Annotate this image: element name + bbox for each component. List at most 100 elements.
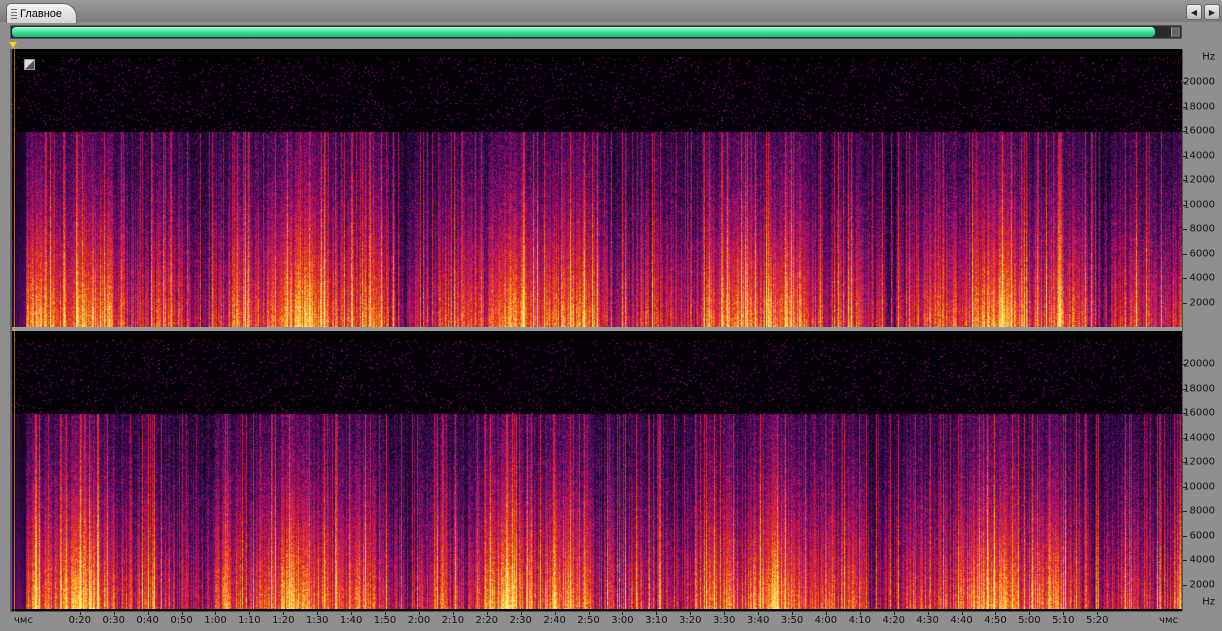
freq-tick-label: 8000 — [1189, 223, 1215, 235]
time-tick-mark — [893, 612, 895, 615]
freq-tick-mark — [1183, 253, 1187, 255]
time-tick-mark — [554, 612, 556, 615]
time-tick-mark — [656, 612, 658, 615]
freq-tick-mark — [1183, 486, 1187, 488]
time-tick-mark — [1063, 612, 1065, 615]
time-tick-mark — [317, 612, 319, 615]
overview-end-handle[interactable] — [1171, 27, 1180, 37]
play-icon[interactable]: ▶ — [1204, 4, 1220, 20]
time-tick-mark — [588, 612, 590, 615]
tab-main[interactable]: Главное — [6, 3, 78, 23]
freq-tick-label: 6000 — [1189, 530, 1215, 542]
time-tick-label: 1:40 — [339, 615, 363, 626]
time-tick-mark — [486, 612, 488, 615]
time-tick-mark — [79, 612, 81, 615]
spectral-view[interactable] — [10, 49, 1184, 611]
freq-tick-label: 4000 — [1189, 554, 1215, 566]
freq-tick-mark — [1183, 302, 1187, 304]
freq-tick-label: 12000 — [1183, 456, 1215, 468]
tab-label: Главное — [20, 7, 63, 20]
time-tick-mark — [249, 612, 251, 615]
time-tick-label: 3:10 — [645, 615, 668, 626]
corner-buttons: ◀ ▶ — [1186, 4, 1220, 20]
freq-tick-mark — [1183, 278, 1187, 280]
freq-tick-label: 2000 — [1189, 579, 1215, 590]
time-tick-label: 1:50 — [373, 615, 397, 626]
time-tick-mark — [825, 612, 827, 615]
freq-tick-mark — [1183, 511, 1187, 513]
freq-tick-label: 20000 — [1183, 76, 1215, 88]
time-tick-mark — [181, 612, 183, 615]
time-tick-label: 1:10 — [238, 615, 261, 626]
time-tick-label: 2:50 — [577, 615, 600, 626]
freq-tick-label: 20000 — [1183, 358, 1215, 370]
time-tick-label: 3:20 — [679, 615, 702, 626]
time-tick-label: 5:20 — [1085, 615, 1109, 626]
time-tick-mark — [622, 612, 624, 615]
overview-scrollbar[interactable] — [10, 25, 1182, 39]
spectrogram-right[interactable] — [12, 331, 1182, 609]
time-tick-label: 5:10 — [1052, 615, 1075, 626]
freq-tick-label: 14000 — [1183, 432, 1215, 444]
frequency-ruler: Hz Hz 20000 18000 16000 14000 12000 10000 8000… — [1182, 49, 1222, 611]
freq-tick-mark — [1183, 82, 1187, 84]
freq-tick-mark — [1183, 180, 1187, 182]
time-tick-label: 2:40 — [543, 615, 566, 626]
freq-tick-mark — [1183, 437, 1187, 439]
freq-tick-label: 18000 — [1183, 383, 1215, 395]
freq-tick-mark — [1183, 155, 1187, 157]
time-tick-mark — [452, 612, 454, 615]
freq-tick-label: 2000 — [1189, 297, 1215, 308]
time-tick-mark — [724, 612, 726, 615]
time-unit-left: чмс — [14, 615, 33, 626]
grip-icon[interactable] — [11, 8, 17, 19]
freq-tick-label: 16000 — [1183, 407, 1215, 419]
freq-tick-label: 12000 — [1183, 174, 1215, 186]
scroll-left-icon[interactable]: ◀ — [1186, 4, 1202, 20]
time-tick-label: 2:10 — [441, 615, 465, 626]
time-tick-label: 3:00 — [611, 615, 634, 626]
freq-tick-label: 6000 — [1189, 248, 1215, 260]
time-tick-mark — [961, 612, 963, 615]
freq-tick-label: 10000 — [1183, 481, 1215, 493]
time-tick-mark — [351, 612, 353, 615]
time-tick-label: 3:40 — [746, 615, 770, 626]
freq-unit-bottom: Hz — [1202, 596, 1215, 608]
time-unit-right: чмс — [1159, 615, 1178, 626]
time-tick-mark — [283, 612, 285, 615]
time-tick-mark — [147, 612, 149, 615]
time-tick-label: 4:20 — [882, 615, 905, 626]
channel-left[interactable] — [12, 49, 1182, 327]
time-tick-label: 3:30 — [712, 615, 736, 626]
time-tick-label: 1:20 — [272, 615, 295, 626]
time-tick-mark — [520, 612, 522, 615]
time-tick-label: 0:30 — [102, 615, 125, 626]
channel-right[interactable] — [12, 331, 1182, 609]
time-tick-mark — [758, 612, 760, 615]
time-tick-mark — [385, 612, 387, 615]
time-ruler: чмс чмс 0:20 0:30 0:40 0:50 1:00 1:10 1:20 1:30… — [10, 611, 1182, 631]
time-tick-mark — [215, 612, 217, 615]
time-tick-label: 1:30 — [305, 615, 329, 626]
time-tick-mark — [690, 612, 692, 615]
freq-tick-label: 18000 — [1183, 101, 1215, 113]
freq-tick-mark — [1183, 535, 1187, 537]
view-corner-icon[interactable] — [24, 59, 35, 70]
time-tick-label: 5:00 — [1018, 615, 1041, 626]
time-tick-label: 2:30 — [509, 615, 532, 626]
freq-tick-mark — [1183, 388, 1187, 390]
time-tick-mark — [792, 612, 793, 615]
freq-tick-mark — [1183, 106, 1187, 108]
freq-tick-label: 14000 — [1183, 150, 1215, 162]
time-tick-mark — [859, 612, 861, 615]
time-tick-label: 4:30 — [916, 615, 939, 626]
time-tick-mark — [418, 612, 420, 615]
spectrogram-left[interactable] — [12, 49, 1182, 327]
time-tick-mark — [1097, 612, 1099, 615]
overview-range[interactable] — [12, 27, 1155, 37]
freq-tick-mark — [1183, 229, 1187, 231]
time-tick-label: 2:20 — [475, 615, 499, 626]
freq-tick-mark — [1183, 560, 1187, 562]
playhead-marker-icon[interactable] — [9, 42, 17, 48]
freq-tick-label: 16000 — [1183, 125, 1215, 137]
